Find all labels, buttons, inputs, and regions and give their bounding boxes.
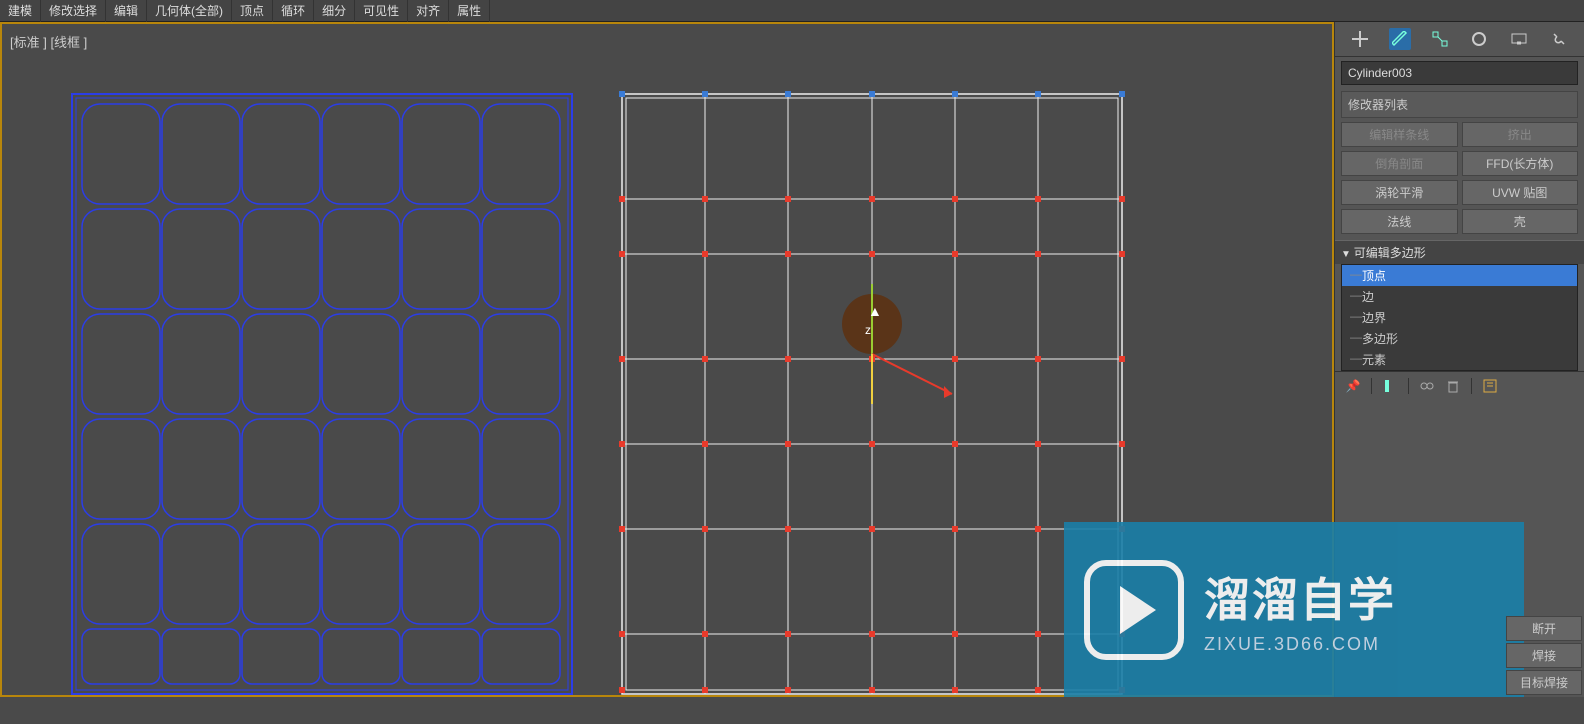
- watermark: 溜溜自学 ZIXUE.3D66.COM: [1064, 522, 1524, 697]
- subobj-vertex[interactable]: 顶点: [1342, 265, 1577, 286]
- menu-subdivide[interactable]: 细分: [314, 0, 355, 22]
- menu-loop[interactable]: 循环: [273, 0, 314, 22]
- subobject-list: 顶点 边 边界 多边形 元素: [1341, 264, 1578, 371]
- remove-modifier-icon[interactable]: [1445, 378, 1461, 394]
- btn-edit-spline[interactable]: 编辑样条线: [1341, 122, 1458, 147]
- left-wireframe-object: [62, 84, 662, 724]
- subobj-border[interactable]: 边界: [1342, 307, 1577, 328]
- menu-edit[interactable]: 编辑: [106, 0, 147, 22]
- separator: [1471, 378, 1472, 394]
- btn-break[interactable]: 断开: [1506, 616, 1582, 641]
- modifier-list-dropdown[interactable]: 修改器列表: [1341, 91, 1578, 118]
- modify-tab-icon[interactable]: [1389, 28, 1411, 50]
- watermark-url: ZIXUE.3D66.COM: [1204, 634, 1396, 655]
- btn-shell[interactable]: 壳: [1462, 209, 1579, 234]
- btn-ffd-box[interactable]: FFD(长方体): [1462, 151, 1579, 176]
- menu-visibility[interactable]: 可见性: [355, 0, 408, 22]
- modifier-stack-toolbar: 📌: [1335, 371, 1584, 400]
- btn-uvw-map[interactable]: UVW 贴图: [1462, 180, 1579, 205]
- subobj-edge[interactable]: 边: [1342, 286, 1577, 307]
- gizmo-z-axis: z: [865, 323, 871, 337]
- menu-properties[interactable]: 属性: [449, 0, 490, 22]
- menu-modify-selection[interactable]: 修改选择: [41, 0, 106, 22]
- menu-geometry-all[interactable]: 几何体(全部): [147, 0, 232, 22]
- object-name-field[interactable]: Cylinder003: [1341, 61, 1578, 85]
- menu-modeling[interactable]: 建模: [0, 0, 41, 22]
- viewport-label: [标准 ] [线框 ]: [10, 32, 87, 51]
- make-unique-icon[interactable]: [1419, 378, 1435, 394]
- separator: [1371, 378, 1372, 394]
- edit-vertex-buttons: 断开 焊接 目标焊接: [1504, 614, 1584, 697]
- play-logo-icon: [1084, 560, 1184, 660]
- create-tab-icon[interactable]: [1349, 28, 1371, 50]
- btn-weld[interactable]: 焊接: [1506, 643, 1582, 668]
- btn-extrude[interactable]: 挤出: [1462, 122, 1579, 147]
- editable-poly-rollout[interactable]: 可编辑多边形: [1335, 240, 1584, 264]
- menu-vertex[interactable]: 顶点: [232, 0, 273, 22]
- menu-align[interactable]: 对齐: [408, 0, 449, 22]
- subobj-polygon[interactable]: 多边形: [1342, 328, 1577, 349]
- gizmo-z-label: ▲: [868, 303, 882, 319]
- hierarchy-tab-icon[interactable]: [1429, 28, 1451, 50]
- motion-tab-icon[interactable]: [1468, 28, 1490, 50]
- display-tab-icon[interactable]: [1508, 28, 1530, 50]
- separator: [1408, 378, 1409, 394]
- btn-normal[interactable]: 法线: [1341, 209, 1458, 234]
- pin-stack-icon[interactable]: 📌: [1345, 378, 1361, 394]
- btn-chamfer[interactable]: 倒角剖面: [1341, 151, 1458, 176]
- btn-target-weld[interactable]: 目标焊接: [1506, 670, 1582, 695]
- watermark-title: 溜溜自学: [1204, 564, 1396, 630]
- panel-tabs: [1335, 22, 1584, 57]
- btn-turbosmooth[interactable]: 涡轮平滑: [1341, 180, 1458, 205]
- menu-bar: 建模 修改选择 编辑 几何体(全部) 顶点 循环 细分 可见性 对齐 属性: [0, 0, 1584, 22]
- subobj-element[interactable]: 元素: [1342, 349, 1577, 370]
- show-end-result-icon[interactable]: [1382, 378, 1398, 394]
- utilities-tab-icon[interactable]: [1548, 28, 1570, 50]
- configure-sets-icon[interactable]: [1482, 378, 1498, 394]
